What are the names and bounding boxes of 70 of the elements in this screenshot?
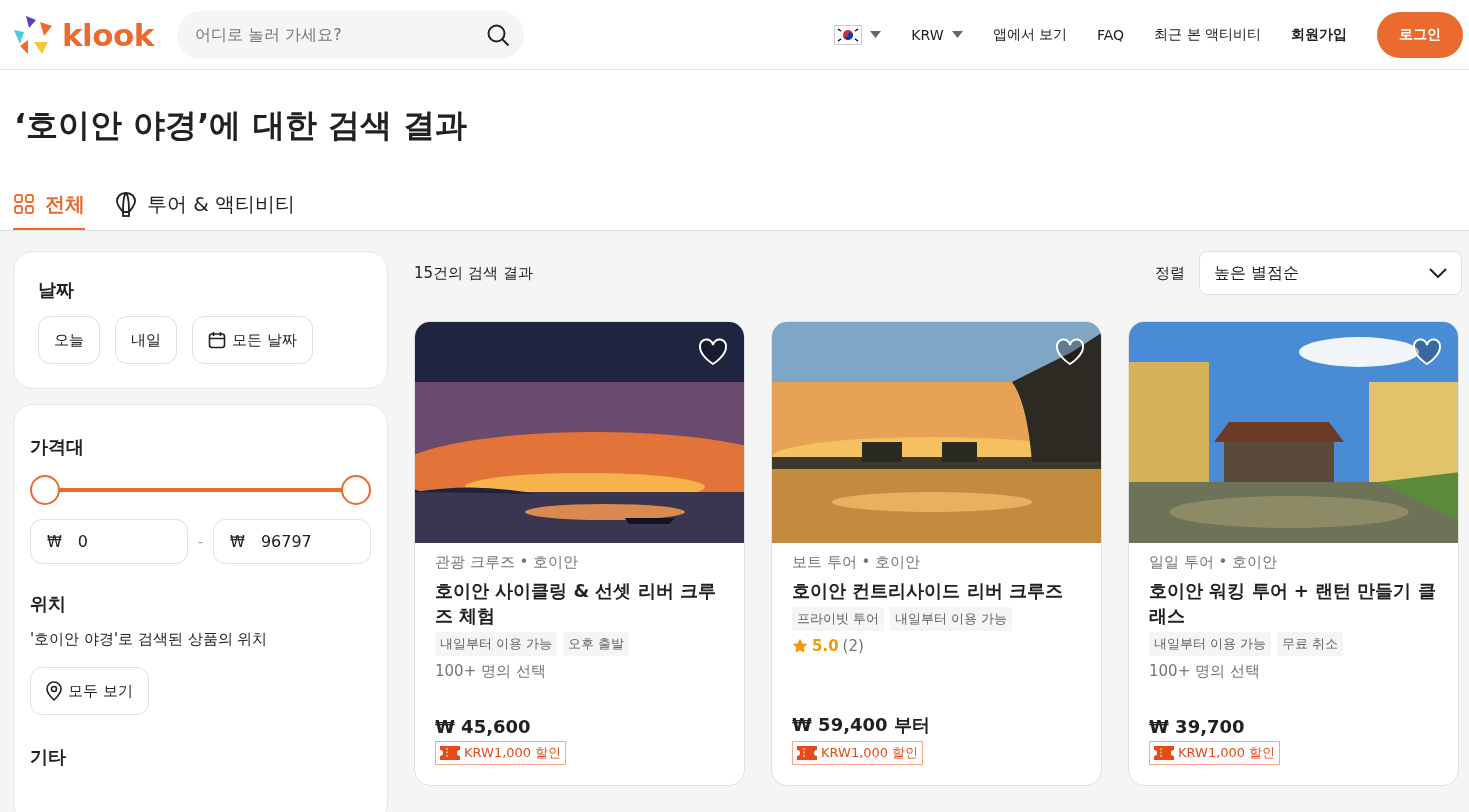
product-category: 일일 투어 • 호이안 [1149,553,1279,572]
product-tag: 무료 취소 [1277,632,1344,656]
balloon-icon [115,191,137,217]
booking-count: 100+ 명의 선택 [435,662,547,681]
sort-dropdown[interactable]: 높은 별점순 [1199,251,1462,295]
range-separator: - [197,533,204,550]
product-tag: 내일부터 이용 가능 [1149,632,1272,656]
location-pin-icon [46,681,62,701]
discount-tag: KRW1,000 할인 [792,741,924,765]
tab-label: 투어 & 액티비티 [147,190,296,218]
sort-label: 정렬 [1155,263,1185,283]
nav-link[interactable]: 최근 본 액티비티 [1154,25,1261,44]
product-card[interactable]: 보트 투어 • 호이안 호이안 컨트리사이드 리버 크루즈 프라이빗 투어 내일부터 이용 가능 5.0 (2) ₩ 59,400 부터 KRW1,000 할인 [771,321,1102,786]
min-price-field[interactable]: ₩ 0 [30,519,188,564]
tab-label: 전체 [45,190,85,218]
filter-heading: 가격대 [30,435,85,459]
product-price: ₩ 59,400 부터 [792,713,931,737]
product-tag: 프라이빗 투어 [792,607,885,631]
discount-tag: KRW1,000 할인 [435,741,567,765]
search-icon[interactable] [486,22,510,47]
product-title[interactable]: 호이안 사이클링 & 선셋 리버 크루즈 체험 [435,578,724,628]
heart-icon[interactable] [1055,338,1085,366]
product-card[interactable]: 일일 투어 • 호이안 호이안 워킹 투어 + 랜턴 만들기 클래스 내일부터 이용 가능 무료 취소 100+ 명의 선택 ₩ 39,700 KRW1,000 할인 [1128,321,1459,786]
caret-icon [951,31,963,38]
ticket-icon [440,746,460,760]
star-icon [792,638,808,654]
grid-icon [13,193,35,215]
calendar-icon [208,331,226,349]
filter-heading: 기타 [30,745,67,769]
flag-icon[interactable] [834,24,863,45]
review-count: (2) [842,637,864,655]
product-tag: 내일부터 이용 가능 [435,632,558,656]
discount-tag: KRW1,000 할인 [1149,741,1281,765]
location-description: '호이안 야경'로 검색된 상품의 위치 [30,630,269,649]
page-title: ‘호이안 야경’에 대한 검색 결과 [13,105,468,146]
signup-link[interactable]: 회원가입 [1291,25,1347,44]
date-option-button[interactable]: 오늘 [38,316,100,364]
slider-handle[interactable] [30,475,60,505]
search-input[interactable]: 어디로 놀러 가세요? [193,24,486,45]
filter-heading: 위치 [30,592,67,616]
product-category: 보트 투어 • 호이안 [792,553,922,572]
product-tag: 내일부터 이용 가능 [890,607,1013,631]
nav-link[interactable]: 앱에서 보기 [992,25,1067,44]
filter-heading: 날짜 [38,278,75,302]
booking-count: 100+ 명의 선택 [1149,662,1261,681]
product-title[interactable]: 호이안 컨트리사이드 리버 크루즈 [792,578,1081,603]
max-price-field[interactable]: ₩ 96797 [213,519,371,564]
chevron-down-icon [1429,268,1447,278]
logo-icon [12,13,54,56]
view-all-button[interactable]: 모두 보기 [30,667,149,715]
product-card[interactable]: 관광 크루즈 • 호이안 호이안 사이클링 & 선셋 리버 크루즈 체험 내일부터 이용 가능 오후 출발 100+ 명의 선택 ₩ 45,600 KRW1,000 할인 [414,321,745,786]
date-option-button[interactable]: 내일 [115,316,177,364]
nav-link[interactable]: FAQ [1096,26,1125,43]
price-slider[interactable] [30,475,371,505]
rating-score: 5.0 [812,637,839,655]
search-bar[interactable]: 어디로 놀러 가세요? [177,10,524,59]
product-title[interactable]: 호이안 워킹 투어 + 랜턴 만들기 클래스 [1149,578,1438,628]
product-price: ₩ 39,700 [1149,716,1246,737]
caret-icon [870,31,882,38]
category-tab[interactable]: 투어 & 액티비티 [115,186,296,230]
product-category: 관광 크루즈 • 호이안 [435,553,580,572]
heart-icon[interactable] [698,338,728,366]
ticket-icon [1154,746,1174,760]
date-option-button[interactable]: 모든 날짜 [192,316,313,364]
currency-selector[interactable]: KRW [911,26,944,43]
product-price: ₩ 45,600 [435,716,532,737]
ticket-icon [797,746,817,760]
result-count: 15건의 검색 결과 [414,263,533,283]
product-tag: 오후 출발 [563,632,630,656]
slider-handle[interactable] [341,475,371,505]
